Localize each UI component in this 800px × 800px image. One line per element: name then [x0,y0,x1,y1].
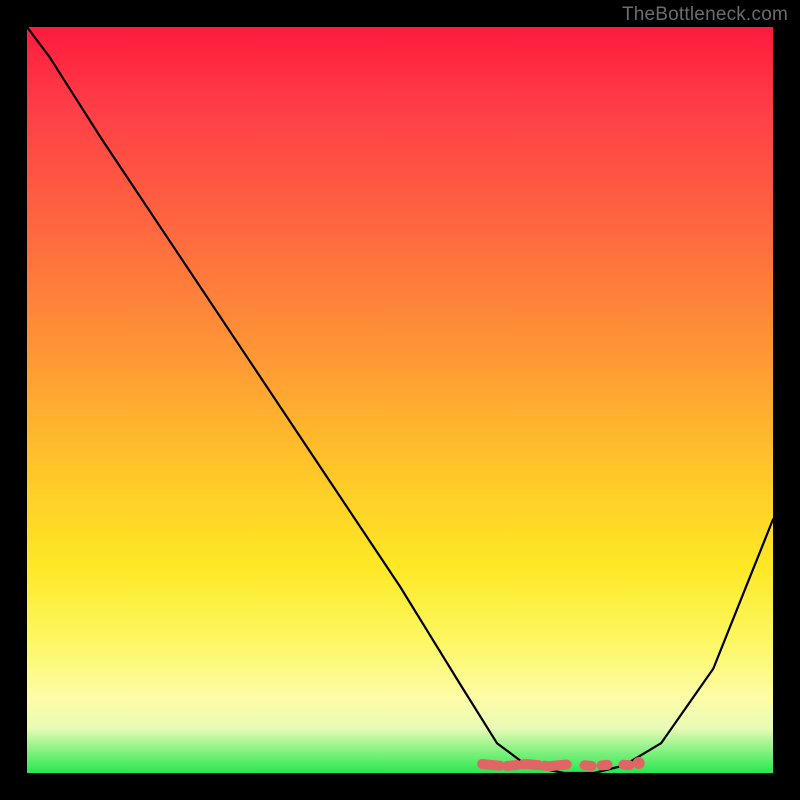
chart-container: TheBottleneck.com [0,0,800,800]
curve-svg [27,27,773,773]
attribution-text: TheBottleneck.com [622,4,788,26]
flat-region-marker [482,764,639,766]
plot-area [27,27,773,773]
flat-region-end-dot [633,757,645,769]
bottleneck-curve [27,27,773,773]
